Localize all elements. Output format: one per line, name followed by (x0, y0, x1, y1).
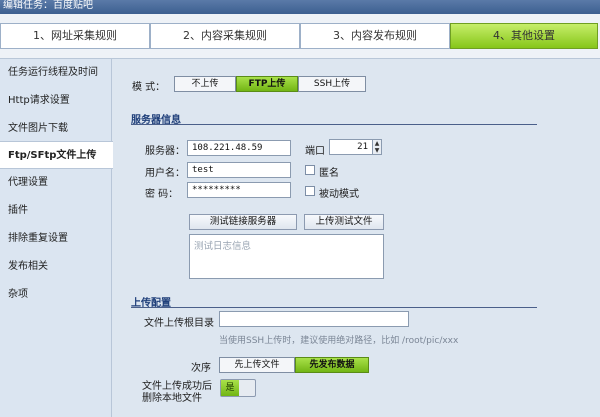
upload-root-hint: 当使用SSH上传时，建议使用绝对路径，比如 /root/pic/xxx (219, 336, 459, 346)
settings-sidebar: 任务运行线程及时间 Http请求设置 文件图片下载 Ftp/SFtp文件上传 代… (0, 59, 113, 417)
order-label: 次序 (191, 363, 211, 374)
test-log-area[interactable]: 测试日志信息 (189, 234, 384, 279)
section-divider (131, 124, 537, 125)
sidebar-item-publish[interactable]: 发布相关 (0, 253, 112, 281)
order-option-upload-first[interactable]: 先上传文件 (219, 357, 295, 373)
port-stepper[interactable]: ▲ ▼ (372, 139, 382, 155)
test-connect-button[interactable]: 测试链接服务器 (189, 214, 297, 230)
toggle-knob: 是 (221, 380, 239, 396)
anonymous-label: 匿名 (319, 168, 339, 179)
section-divider (131, 307, 537, 308)
spin-up-icon[interactable]: ▲ (373, 140, 381, 147)
user-input[interactable]: test (187, 162, 291, 178)
delete-local-label-line2: 删除本地文件 (142, 393, 202, 404)
host-label: 服务器： (145, 146, 185, 157)
step-content-rules[interactable]: 2、内容采集规则 (150, 23, 300, 49)
sidebar-item-thread-time[interactable]: 任务运行线程及时间 (0, 59, 112, 87)
window-title: 编辑任务：百度贴吧 (3, 0, 93, 11)
mode-option-none[interactable]: 不上传 (174, 76, 236, 92)
user-label: 用户名： (145, 168, 185, 179)
sidebar-item-misc[interactable]: 杂项 (0, 281, 112, 309)
wizard-steps: 1、网址采集规则 2、内容采集规则 3、内容发布规则 4、其他设置 (0, 14, 600, 59)
passive-mode-checkbox[interactable] (305, 186, 315, 196)
anonymous-checkbox[interactable] (305, 165, 315, 175)
step-url-rules[interactable]: 1、网址采集规则 (0, 23, 150, 49)
upload-root-label: 文件上传根目录 (144, 318, 214, 329)
password-input[interactable]: ********* (187, 182, 291, 198)
upload-test-button[interactable]: 上传测试文件 (304, 214, 384, 230)
sidebar-item-dedupe[interactable]: 排除重复设置 (0, 225, 112, 253)
sidebar-item-download[interactable]: 文件图片下载 (0, 115, 112, 143)
window-title-bar: 编辑任务：百度贴吧 (0, 0, 600, 14)
spin-down-icon[interactable]: ▼ (373, 147, 381, 154)
step-other-settings[interactable]: 4、其他设置 (450, 23, 598, 49)
delete-local-toggle[interactable]: 是 (220, 379, 256, 397)
sidebar-item-ftp-upload[interactable]: Ftp/SFtp文件上传 (0, 141, 113, 169)
host-input[interactable]: 108.221.48.59 (187, 140, 291, 156)
mode-label: 模 式： (132, 82, 166, 93)
port-input[interactable]: 21 (329, 139, 373, 155)
port-label: 端口 (305, 146, 325, 157)
main-panel: 模 式： 不上传 FTP上传 SSH上传 服务器信息 服务器： 108.221.… (113, 59, 600, 417)
upload-root-input[interactable] (219, 311, 409, 327)
step-publish-rules[interactable]: 3、内容发布规则 (300, 23, 450, 49)
password-label: 密 码： (145, 189, 179, 200)
order-option-publish-first[interactable]: 先发布数据 (295, 357, 369, 373)
passive-mode-label: 被动模式 (319, 189, 359, 200)
sidebar-item-plugins[interactable]: 插件 (0, 197, 112, 225)
sidebar-item-http[interactable]: Http请求设置 (0, 87, 112, 115)
sidebar-item-proxy[interactable]: 代理设置 (0, 169, 112, 197)
mode-option-ssh[interactable]: SSH上传 (298, 76, 366, 92)
mode-option-ftp[interactable]: FTP上传 (236, 76, 298, 92)
